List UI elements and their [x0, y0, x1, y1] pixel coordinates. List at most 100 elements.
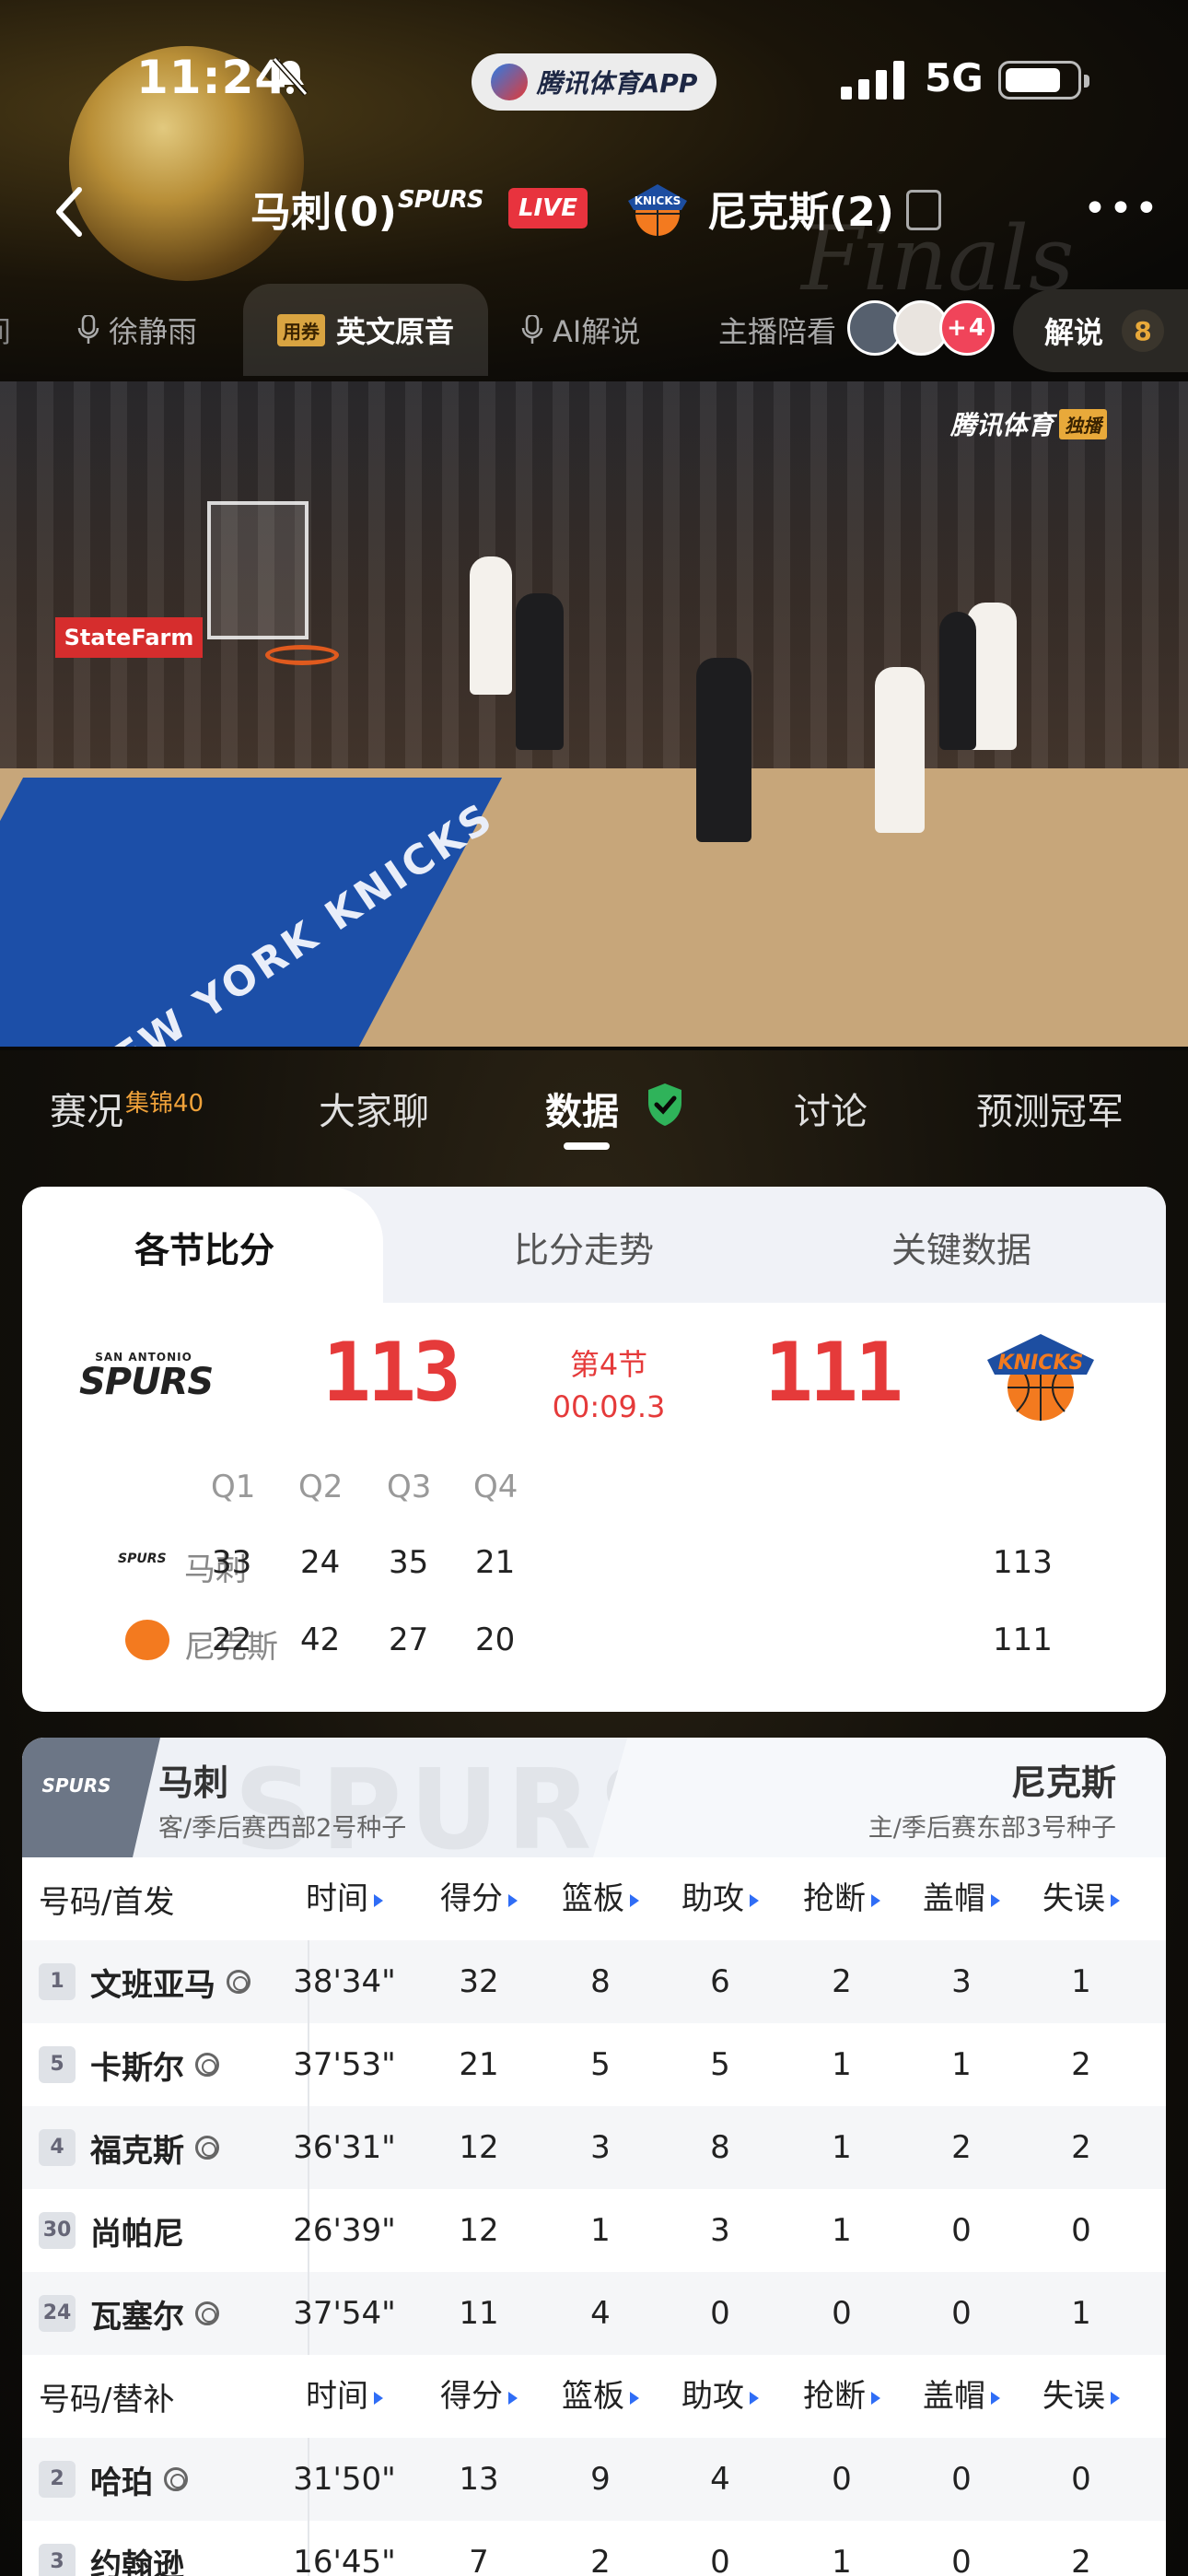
stat-value: 12 — [459, 2129, 499, 2166]
tab-predict-champion[interactable]: 预测冠军 — [976, 1082, 1124, 1135]
commentary-label: 徐静雨 — [109, 314, 198, 349]
stat-value: 5 — [710, 2046, 730, 2083]
home-team-name[interactable]: 尼克斯(2) — [707, 179, 894, 238]
commentary-count-label: 解说 — [1044, 315, 1104, 350]
left-team-name[interactable]: 马刺 — [158, 1754, 228, 1805]
column-label: 篮板 — [562, 2378, 624, 2415]
exclusive-badge: 独播 — [1059, 408, 1108, 439]
sort-column-header[interactable]: 助攻 — [665, 1857, 775, 1940]
right-team-name[interactable]: 尼克斯 — [1011, 1754, 1116, 1805]
sort-column-header[interactable]: 助攻 — [665, 2355, 775, 2438]
column-label: 失误 — [1042, 1880, 1105, 1917]
quarter-header: Q4 — [473, 1469, 518, 1505]
sort-column-header[interactable]: 失误 — [1026, 2355, 1136, 2438]
tab-label: 大家聊 — [319, 1091, 429, 1133]
stat-value: 13 — [459, 2461, 499, 2498]
signal-icon — [841, 61, 904, 100]
sort-arrow-icon — [750, 2391, 759, 2405]
sort-column-header[interactable]: 抢断 — [786, 1857, 897, 1940]
tab-key-stats[interactable]: 关键数据 — [891, 1222, 1031, 1272]
player-figure — [696, 658, 751, 842]
tab-data[interactable]: 数据 — [545, 1082, 619, 1135]
stat-value: 0 — [951, 2295, 972, 2332]
live-badge: LIVE — [508, 188, 588, 228]
stat-value: 3 — [590, 2129, 611, 2166]
player-row[interactable]: 4 福克斯 36'31" 12 3 8 1 2 2 — [22, 2106, 1166, 2189]
stat-value: 4 — [710, 2461, 730, 2498]
player-row[interactable]: 30 尚帕尼 26'39" 12 1 3 1 0 0 — [22, 2189, 1166, 2272]
commentary-count-button[interactable]: 解说 8 — [1013, 289, 1188, 372]
app-pill[interactable]: 腾讯体育APP — [472, 53, 716, 111]
stat-value: 0 — [832, 2295, 852, 2332]
away-score: 113 — [322, 1325, 461, 1420]
video-player[interactable]: NEW YORK KNICKS StateFarm 腾讯体育 独播 — [0, 381, 1188, 1047]
commentary-label: 主播陪看 — [718, 314, 837, 349]
commentary-tab-streamer[interactable]: 主播陪看 — [718, 284, 836, 376]
verified-shield-icon — [648, 1083, 681, 1126]
back-arrow-icon[interactable] — [52, 184, 88, 240]
tab-score-trend[interactable]: 比分走势 — [514, 1222, 654, 1272]
tab-game-status[interactable]: 赛况集锦40 — [50, 1082, 204, 1135]
stat-value: 0 — [832, 2461, 852, 2498]
quarter-score: 24 — [300, 1544, 341, 1581]
sort-arrow-icon — [991, 1893, 1000, 1907]
stat-value: 16'45" — [293, 2544, 396, 2576]
sort-column-header[interactable]: 盖帽 — [906, 2355, 1017, 2438]
knicks-mini-logo-icon — [125, 1620, 169, 1660]
sort-column-header[interactable]: 篮板 — [545, 2355, 656, 2438]
quarter-header: Q3 — [387, 1469, 432, 1505]
sort-column-header[interactable]: 得分 — [424, 1857, 534, 1940]
sort-column-header[interactable]: 盖帽 — [906, 1857, 1017, 1940]
jersey-number: 3 — [39, 2544, 76, 2576]
stat-value: 7 — [469, 2544, 489, 2576]
tab-quarter-scores[interactable]: 各节比分 — [134, 1222, 274, 1272]
mute-bell-icon — [272, 56, 309, 97]
quarter-score: 33 — [212, 1544, 252, 1581]
stat-value: 1 — [832, 2046, 852, 2083]
sort-column-header[interactable]: 篮板 — [545, 1857, 656, 1940]
sort-column-header[interactable]: 时间 — [289, 2355, 400, 2438]
stat-value: 1 — [951, 2046, 972, 2083]
watermark-label: 腾讯体育 — [950, 410, 1054, 440]
highlights-badge: 集锦40 — [125, 1090, 204, 1118]
period-label: 第4节 — [569, 1347, 648, 1382]
spurs-logo-panel[interactable] — [22, 1738, 160, 1857]
commentary-tab-xujingyu[interactable]: 徐静雨 — [77, 284, 197, 376]
player-row[interactable]: 2 哈珀 31'50" 13 9 4 0 0 0 — [22, 2438, 1166, 2521]
stat-value: 3 — [951, 1963, 972, 2000]
sort-column-header[interactable]: 失误 — [1026, 1857, 1136, 1940]
jersey-number: 24 — [39, 2295, 76, 2332]
knicks-logo-small-icon: KNICKS — [628, 184, 687, 236]
sponsor-board: StateFarm — [55, 617, 203, 658]
tab-discussion[interactable]: 讨论 — [794, 1082, 868, 1135]
player-row[interactable]: 24 瓦塞尔 37'54" 11 4 0 0 0 1 — [22, 2272, 1166, 2355]
player-row[interactable]: 1 文班亚马 38'34" 32 8 6 2 3 1 — [22, 1940, 1166, 2023]
stat-value: 1 — [832, 2212, 852, 2249]
more-options-icon[interactable]: ••• — [1083, 189, 1160, 229]
scoreboard-icon[interactable] — [906, 190, 941, 230]
away-team-name[interactable]: 马刺(0) — [250, 179, 397, 238]
starter-badge-icon — [195, 2301, 219, 2325]
player-name: 尚帕尼 — [90, 2215, 184, 2253]
player-row[interactable]: 5 卡斯尔 37'53" 21 5 5 1 1 2 — [22, 2023, 1166, 2106]
stat-value: 8 — [590, 1963, 611, 2000]
tab-chat[interactable]: 大家聊 — [319, 1082, 429, 1135]
broadcast-watermark: 腾讯体育 独播 — [950, 405, 1108, 442]
commentary-tab-english[interactable]: 用券 英文原音 — [243, 284, 488, 376]
commentary-tab-partial[interactable]: 间 — [0, 284, 11, 376]
sort-arrow-icon — [508, 2391, 518, 2405]
sort-column-header[interactable]: 得分 — [424, 2355, 534, 2438]
starter-badge-icon — [195, 2136, 219, 2160]
stat-value: 37'54" — [293, 2295, 396, 2332]
commentary-label: 英文原音 — [335, 314, 454, 349]
sort-column-header[interactable]: 抢断 — [786, 2355, 897, 2438]
jersey-number: 2 — [39, 2461, 76, 2498]
stat-value: 3 — [710, 2212, 730, 2249]
status-time: 11:24 — [136, 51, 288, 104]
commentary-tab-ai[interactable]: AI解说 — [521, 284, 640, 376]
starter-badge-icon — [195, 2053, 219, 2077]
player-row[interactable]: 3 约翰逊 16'45" 7 2 0 1 0 2 — [22, 2521, 1166, 2576]
player-name-cell: 4 福克斯 — [39, 2106, 219, 2189]
sort-column-header[interactable]: 时间 — [289, 1857, 400, 1940]
column-label: 抢断 — [803, 1880, 866, 1917]
